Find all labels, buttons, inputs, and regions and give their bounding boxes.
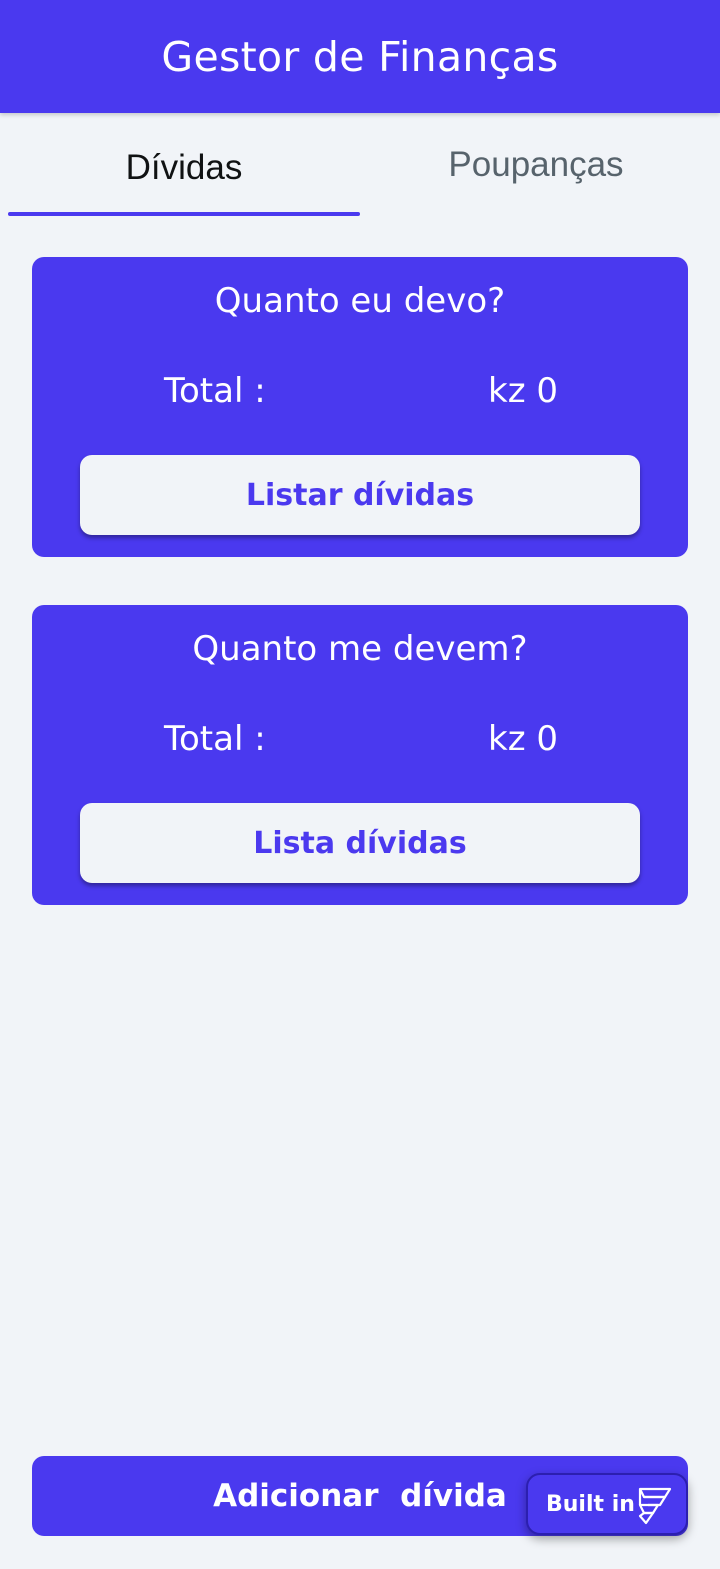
tab-poupancas[interactable]: Poupanças <box>360 113 712 217</box>
card-title: Quanto me devem? <box>192 629 528 669</box>
listar-dividas-button[interactable]: Listar dívidas <box>80 455 640 535</box>
total-value: kz 0 <box>488 371 558 411</box>
total-label: Total : <box>164 371 266 411</box>
app-bar: Gestor de Finanças <box>0 0 720 113</box>
built-in-badge[interactable]: Built in <box>526 1473 688 1535</box>
tab-indicator <box>8 212 360 216</box>
tab-bar: Dívidas Poupanças <box>0 113 720 217</box>
app-title: Gestor de Finanças <box>161 32 559 81</box>
card-quanto-eu-devo: Quanto eu devo? Total : kz 0 Listar dívi… <box>32 257 688 557</box>
add-button-label: Adicionar dívida <box>213 1478 507 1514</box>
card-title: Quanto eu devo? <box>214 281 506 321</box>
built-in-label: Built in <box>546 1491 635 1517</box>
lista-dividas-button[interactable]: Lista dívidas <box>80 803 640 883</box>
total-label: Total : <box>164 719 266 759</box>
total-value: kz 0 <box>488 719 558 759</box>
flutterflow-logo-icon <box>638 1487 672 1525</box>
tab-dividas[interactable]: Dívidas <box>8 113 360 223</box>
card-quanto-me-devem: Quanto me devem? Total : kz 0 Lista dívi… <box>32 605 688 905</box>
